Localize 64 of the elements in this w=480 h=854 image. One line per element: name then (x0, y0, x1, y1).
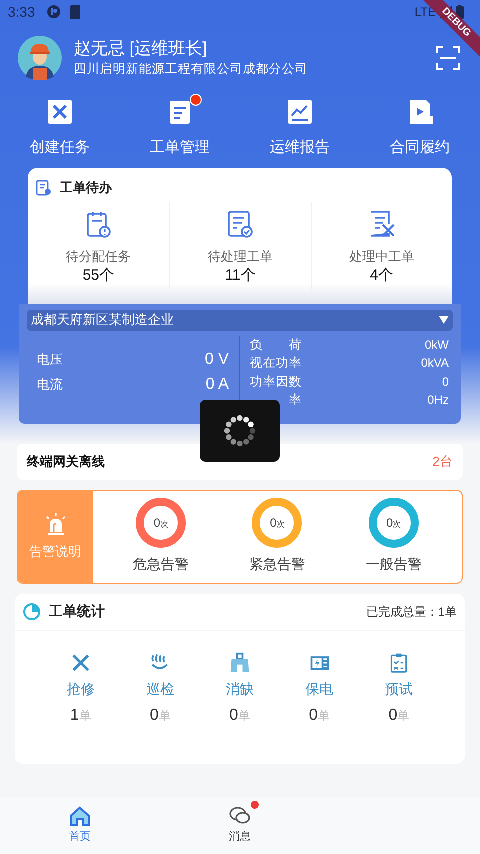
menu-button[interactable]: 创建任务 (0, 98, 120, 158)
card-title: 工单待办 (60, 179, 112, 197)
reading-label: 功率因数 (250, 374, 302, 390)
reading-value: 0 A (206, 375, 229, 394)
task-count: 11个 (225, 266, 256, 286)
reading-value: 0kVA (421, 355, 449, 372)
order-type-label: 巡检 (146, 680, 174, 698)
gateway-count: 2台 (432, 452, 453, 471)
pie-chart-icon (23, 602, 41, 620)
sim-card-icon (69, 5, 82, 19)
task-count: 4个 (370, 266, 394, 286)
company-name: 四川启明新能源工程有限公司成都分公司 (74, 61, 309, 78)
reading-value: 0 V (204, 350, 229, 369)
task-label: 待处理工单 (208, 248, 273, 266)
alarm-count: 0次 (270, 515, 285, 532)
menu-button[interactable]: 合同履约 (360, 98, 480, 158)
task-count: 55个 (82, 266, 114, 286)
chart-icon (286, 98, 314, 126)
order-type-label: 消缺 (226, 680, 254, 698)
order-count: 0单 (230, 706, 250, 726)
alarm-label: 一般告警 (366, 555, 422, 574)
reading-label: 负 荷 (250, 336, 302, 354)
avatar-icon (18, 36, 62, 80)
reading-label: 视在功率 (250, 355, 302, 372)
app-status-icon (47, 5, 62, 19)
reading-value: 0 (442, 374, 449, 390)
calendar-alert-icon (84, 210, 113, 238)
document-check-icon (226, 210, 254, 238)
scan-icon[interactable] (436, 46, 460, 70)
alarm-label: 危急告警 (133, 555, 190, 574)
document-icon (36, 180, 52, 196)
alarm-count: 0次 (154, 515, 168, 532)
home-icon (69, 805, 91, 828)
alarm-label: 紧急告警 (249, 555, 306, 574)
status-time: 3:33 (8, 2, 36, 22)
site-dropdown[interactable]: 成都天府新区某制造企业 (27, 310, 453, 330)
reading-label: 率 (288, 392, 302, 409)
alarm-count: 0次 (386, 515, 402, 532)
user-name: 赵无忌 [运维班长] (74, 38, 208, 60)
order-count: 0单 (309, 706, 330, 726)
network-type: LTE (414, 4, 436, 21)
reading-label: 电流 (37, 376, 63, 394)
order-count: 0单 (388, 706, 410, 726)
dropdown-caret-icon (439, 315, 449, 325)
task-label: 待分配任务 (66, 248, 132, 266)
nav-tab[interactable]: 首页 (0, 797, 160, 854)
alarm-light-icon (44, 512, 68, 536)
menu-button[interactable]: 工单管理 (120, 98, 240, 158)
battery-icon (456, 5, 464, 19)
loading-spinner-icon (223, 414, 257, 448)
task-label: 处理中工单 (349, 248, 414, 266)
gateway-label: 终端网关离线 (27, 452, 105, 471)
order-count: 0单 (150, 706, 171, 726)
completed-total: 已完成总量：1单 (366, 604, 457, 620)
order-type-label: 抢修 (66, 680, 95, 698)
order-count: 1单 (70, 706, 92, 726)
menu-button[interactable]: 运维报告 (240, 98, 360, 158)
order-type-label: 预试 (385, 680, 414, 698)
card-title: 工单统计 (49, 602, 105, 621)
order-type-label: 保电 (306, 680, 334, 698)
reading-value: 0kW (425, 336, 449, 354)
reading-value: 0Hz (428, 392, 449, 409)
reading-label: 电压 (37, 350, 63, 368)
nav-tab[interactable]: 消息 (160, 797, 320, 854)
